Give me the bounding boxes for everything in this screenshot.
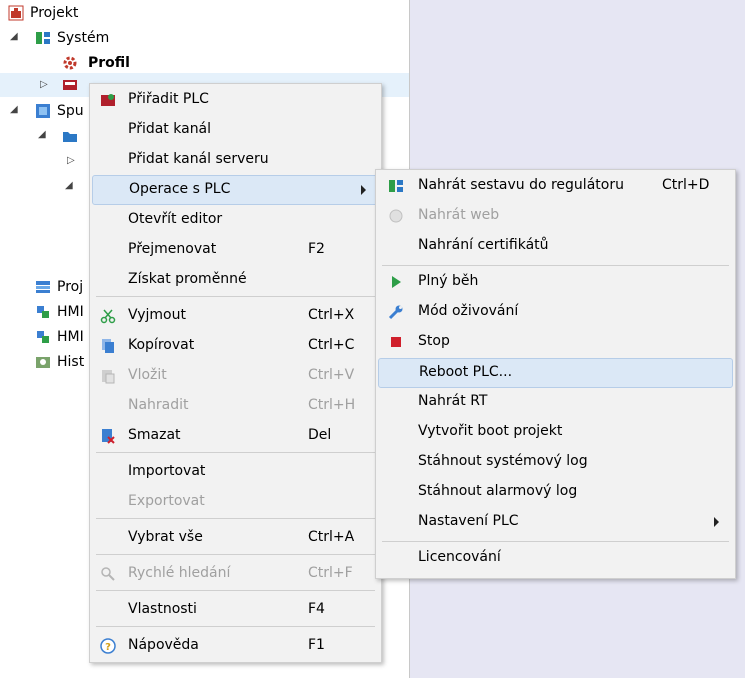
copy-icon	[100, 338, 116, 354]
menu-item-download-syslog[interactable]: Stáhnout systémový log	[378, 448, 733, 476]
folder-icon	[62, 128, 78, 144]
tree-label-hmi-2: HMI	[57, 329, 84, 345]
hmi-icon	[35, 304, 51, 320]
system-icon	[35, 30, 51, 46]
menu-separator	[96, 296, 375, 297]
collapse-icon[interactable]: ◢	[10, 31, 18, 42]
menu-item-upload-config[interactable]: Nahrát sestavu do regulátoru Ctrl+D	[378, 172, 733, 200]
tree-node-project[interactable]: Projekt	[8, 1, 78, 25]
tree-node-spu[interactable]: Spu	[35, 99, 84, 123]
menu-item-full-run[interactable]: Plný běh	[378, 268, 733, 296]
delete-icon	[100, 428, 116, 444]
paste-icon	[100, 368, 116, 384]
upload-config-icon	[388, 178, 404, 194]
menu-item-add-server-channel[interactable]: Přidat kanál serveru	[92, 146, 379, 174]
menu-item-delete[interactable]: Smazat Del	[92, 422, 379, 450]
menu-separator	[96, 590, 375, 591]
tree-label-spu: Spu	[57, 103, 84, 119]
wrench-icon	[388, 304, 404, 320]
tree-node-system[interactable]: Systém	[35, 26, 109, 50]
menu-item-help[interactable]: ? Nápověda F1	[92, 632, 379, 660]
menu-separator	[382, 265, 729, 266]
search-icon	[100, 566, 116, 582]
collapse-icon[interactable]: ◢	[10, 104, 18, 115]
svg-text:?: ?	[105, 642, 111, 653]
history-icon	[35, 354, 51, 370]
menu-separator	[96, 452, 375, 453]
menu-item-upload-rt[interactable]: Nahrát RT	[378, 388, 733, 416]
tree-node-profile[interactable]: Profil	[62, 51, 130, 75]
tree-node-hmi-1[interactable]: HMI	[35, 300, 84, 324]
expand-icon[interactable]: ▷	[67, 155, 75, 166]
menu-item-select-all[interactable]: Vybrat vše Ctrl+A	[92, 524, 379, 552]
menu-item-create-boot[interactable]: Vytvořit boot projekt	[378, 418, 733, 446]
hmi-icon	[35, 329, 51, 345]
tree-node-plc[interactable]	[62, 73, 78, 97]
menu-item-cut[interactable]: Vyjmout Ctrl+X	[92, 302, 379, 330]
menu-item-stop[interactable]: Stop	[378, 328, 733, 356]
menu-item-debug-mode[interactable]: Mód oživování	[378, 298, 733, 326]
menu-item-assign-plc[interactable]: Přiřadit PLC	[92, 86, 379, 114]
menu-item-add-channel[interactable]: Přidat kanál	[92, 116, 379, 144]
stop-icon	[388, 334, 404, 350]
layers-icon	[35, 279, 51, 295]
tree-label-project: Projekt	[30, 5, 79, 21]
tree-label-hmi-1: HMI	[57, 304, 84, 320]
tree-label-history: Hist	[57, 354, 85, 370]
help-icon: ?	[100, 638, 116, 654]
scissors-icon	[100, 308, 116, 324]
plc-icon	[100, 92, 116, 108]
menu-item-copy[interactable]: Kopírovat Ctrl+C	[92, 332, 379, 360]
menu-item-properties[interactable]: Vlastnosti F4	[92, 596, 379, 624]
menu-separator	[382, 541, 729, 542]
tree-label-system: Systém	[57, 30, 110, 46]
menu-item-rename[interactable]: Přejmenovat F2	[92, 236, 379, 264]
menu-separator	[96, 554, 375, 555]
menu-item-paste[interactable]: Vložit Ctrl+V	[92, 362, 379, 390]
plc-icon	[62, 77, 78, 93]
tree-label-proj: Proj	[57, 279, 84, 295]
play-icon	[388, 274, 404, 290]
menu-item-import[interactable]: Importovat	[92, 458, 379, 486]
tree-node-history[interactable]: Hist	[35, 350, 84, 374]
menu-item-licensing[interactable]: Licencování	[378, 544, 733, 572]
module-icon	[35, 103, 51, 119]
project-icon	[8, 5, 24, 21]
context-menu: Přiřadit PLC Přidat kanál Přidat kanál s…	[89, 83, 382, 663]
menu-item-plc-operations[interactable]: Operace s PLC	[92, 175, 379, 205]
menu-item-export[interactable]: Exportovat	[92, 488, 379, 516]
expand-icon[interactable]: ▷	[40, 79, 48, 90]
collapse-icon[interactable]: ◢	[38, 129, 46, 140]
tree-label-profile: Profil	[88, 55, 130, 71]
menu-item-get-variables[interactable]: Získat proměnné	[92, 266, 379, 294]
collapse-icon[interactable]: ◢	[65, 180, 73, 191]
menu-item-upload-web[interactable]: Nahrát web	[378, 202, 733, 230]
menu-item-upload-certs[interactable]: Nahrání certifikátů	[378, 232, 733, 260]
tree-node-proj[interactable]: Proj	[35, 275, 83, 299]
plc-operations-submenu: Nahrát sestavu do regulátoru Ctrl+D Nahr…	[375, 169, 736, 579]
submenu-arrow-icon	[361, 185, 366, 195]
tree-node-folder[interactable]	[62, 124, 78, 148]
menu-item-plc-settings[interactable]: Nastavení PLC	[378, 508, 733, 536]
menu-item-reboot-plc[interactable]: Reboot PLC...	[378, 358, 733, 388]
menu-item-open-editor[interactable]: Otevřít editor	[92, 206, 379, 234]
submenu-arrow-icon	[714, 517, 719, 527]
menu-separator	[96, 626, 375, 627]
menu-separator	[96, 518, 375, 519]
gear-icon	[62, 55, 78, 71]
menu-item-quick-search[interactable]: Rychlé hledání Ctrl+F	[92, 560, 379, 588]
menu-item-download-alarmlog[interactable]: Stáhnout alarmový log	[378, 478, 733, 506]
tree-node-hmi-2[interactable]: HMI	[35, 325, 84, 349]
menu-item-replace[interactable]: Nahradit Ctrl+H	[92, 392, 379, 420]
web-icon	[388, 208, 404, 224]
